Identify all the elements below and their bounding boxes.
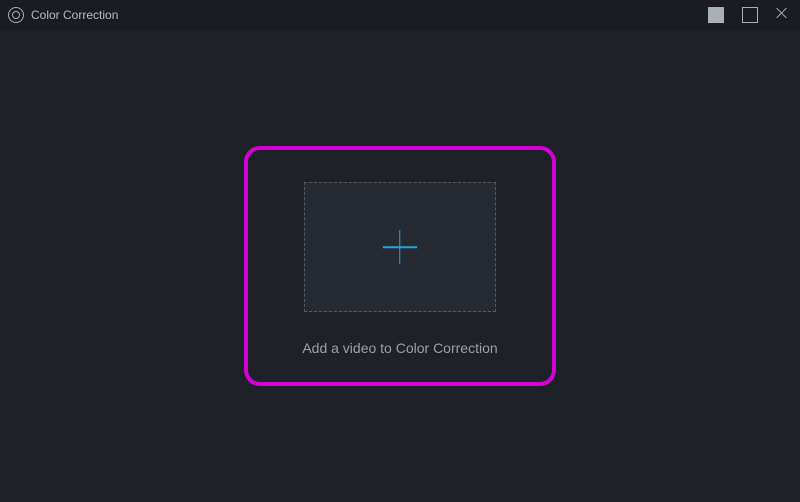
maximize-button[interactable]	[742, 7, 758, 23]
app-icon	[8, 7, 24, 23]
close-button[interactable]	[776, 7, 792, 23]
highlight-frame: Add a video to Color Correction	[244, 146, 555, 386]
dropzone-caption: Add a video to Color Correction	[302, 340, 497, 356]
window-title: Color Correction	[31, 8, 118, 22]
minimize-button[interactable]	[708, 7, 724, 23]
titlebar-left: Color Correction	[8, 7, 118, 23]
main-area: Add a video to Color Correction	[0, 30, 800, 502]
add-video-dropzone[interactable]	[304, 182, 496, 312]
titlebar: Color Correction	[0, 0, 800, 30]
window-controls	[708, 7, 792, 23]
plus-icon	[383, 230, 417, 264]
